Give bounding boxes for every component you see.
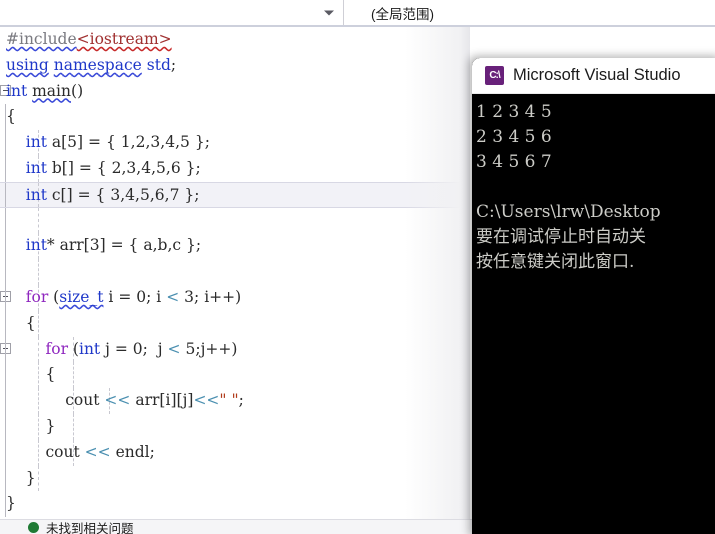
code-line[interactable]: int c[] = { 3,4,5,6,7 };	[0, 181, 470, 208]
indent-guide	[37, 310, 39, 337]
code-line[interactable]	[0, 207, 470, 234]
code-line[interactable]: int b[] = { 2,3,4,5,6 };	[0, 155, 470, 182]
code-line-text: int a[5] = { 1,2,3,4,5 };	[25, 133, 210, 152]
fold-rail	[5, 207, 6, 234]
code-line[interactable]: int* arr[3] = { a,b,c };	[0, 233, 470, 260]
code-line-text: int* arr[3] = { a,b,c };	[25, 236, 202, 255]
indent-guide	[37, 259, 39, 285]
console-output-line: 2 3 4 5 6	[476, 127, 552, 147]
code-line-text: {	[25, 313, 36, 332]
console-cmd-icon-glyph: C:\	[489, 69, 500, 81]
code-line-text: cout << arr[i][j]<<" ";	[65, 391, 244, 410]
code-line[interactable]	[0, 259, 470, 285]
code-line-text: using namespace std;	[6, 55, 177, 74]
status-bar-text: 未找到相关问题	[46, 522, 134, 534]
status-bar: 未找到相关问题	[0, 519, 472, 534]
code-line[interactable]: }	[0, 413, 470, 440]
code-line[interactable]: using namespace std;	[0, 53, 470, 79]
code-line-text: {	[6, 107, 16, 126]
code-line[interactable]: {	[0, 310, 470, 337]
code-line-text: {	[45, 365, 56, 384]
console-window[interactable]: C:\ Microsoft Visual Studio 1 2 3 4 5 2 3…	[472, 58, 715, 534]
status-ready-icon	[28, 522, 39, 533]
console-output-line: 3 4 5 6 7	[476, 152, 552, 172]
code-line[interactable]: {	[0, 104, 470, 131]
code-line[interactable]: cout << arr[i][j]<<" ";	[0, 388, 470, 414]
code-line-text: int c[] = { 3,4,5,6,7 };	[25, 185, 200, 204]
member-scope-dropdown[interactable]	[0, 0, 344, 25]
code-line-text: cout << endl;	[45, 442, 155, 461]
code-line[interactable]: for (size_t i = 0; i < 3; i++)	[0, 284, 470, 311]
status-bar-item[interactable]: 未找到相关问题	[0, 520, 472, 534]
code-line-text: int main()	[6, 81, 84, 100]
indent-guide	[73, 362, 75, 389]
code-line-text: #include<iostream>	[6, 30, 172, 48]
code-line[interactable]: }	[0, 491, 470, 518]
navigation-bar: (全局范围)	[0, 0, 715, 25]
code-lines-container[interactable]: #include<iostream> using namespace std; in…	[0, 27, 470, 518]
code-line[interactable]: cout << endl;	[0, 439, 470, 466]
console-titlebar[interactable]: C:\ Microsoft Visual Studio	[472, 58, 715, 94]
code-line-text: }	[6, 494, 16, 513]
code-line-text: for (size_t i = 0; i < 3; i++)	[25, 287, 242, 306]
code-line[interactable]: }	[0, 465, 470, 492]
code-line[interactable]: #include<iostream>	[0, 27, 470, 53]
indent-guide	[37, 465, 39, 492]
indent-guide	[73, 413, 75, 440]
global-scope-dropdown[interactable]: (全局范围)	[344, 0, 715, 25]
console-output-line: 要在调试停止时自动关	[476, 227, 646, 247]
code-line[interactable]: {	[0, 362, 470, 389]
console-cmd-icon: C:\	[485, 66, 504, 85]
console-output[interactable]: 1 2 3 4 5 2 3 4 5 6 3 4 5 6 7 C:\Users\lrw\…	[472, 94, 715, 275]
code-line[interactable]: for (int j = 0; j < 5;j++)	[0, 336, 470, 363]
chevron-down-icon[interactable]	[324, 10, 334, 15]
console-window-title: Microsoft Visual Studio	[513, 66, 681, 84]
indent-guide	[37, 207, 39, 234]
code-line[interactable]: int a[5] = { 1,2,3,4,5 };	[0, 130, 470, 156]
code-line[interactable]: int main()	[0, 79, 470, 105]
code-line-text: int b[] = { 2,3,4,5,6 };	[25, 158, 201, 177]
code-line-text: }	[45, 416, 56, 435]
visual-studio-window: (全局范围) #include<iostream> using namespace…	[0, 0, 715, 534]
console-output-line: 按任意键关闭此窗口.	[476, 252, 635, 272]
fold-rail	[5, 259, 6, 285]
console-output-line: 1 2 3 4 5	[476, 102, 552, 122]
code-line-text: }	[25, 468, 36, 487]
console-output-line: C:\Users\lrw\Desktop	[476, 202, 661, 222]
code-line-text: for (int j = 0; j < 5;j++)	[45, 339, 238, 358]
global-scope-value: (全局范围)	[371, 6, 434, 22]
